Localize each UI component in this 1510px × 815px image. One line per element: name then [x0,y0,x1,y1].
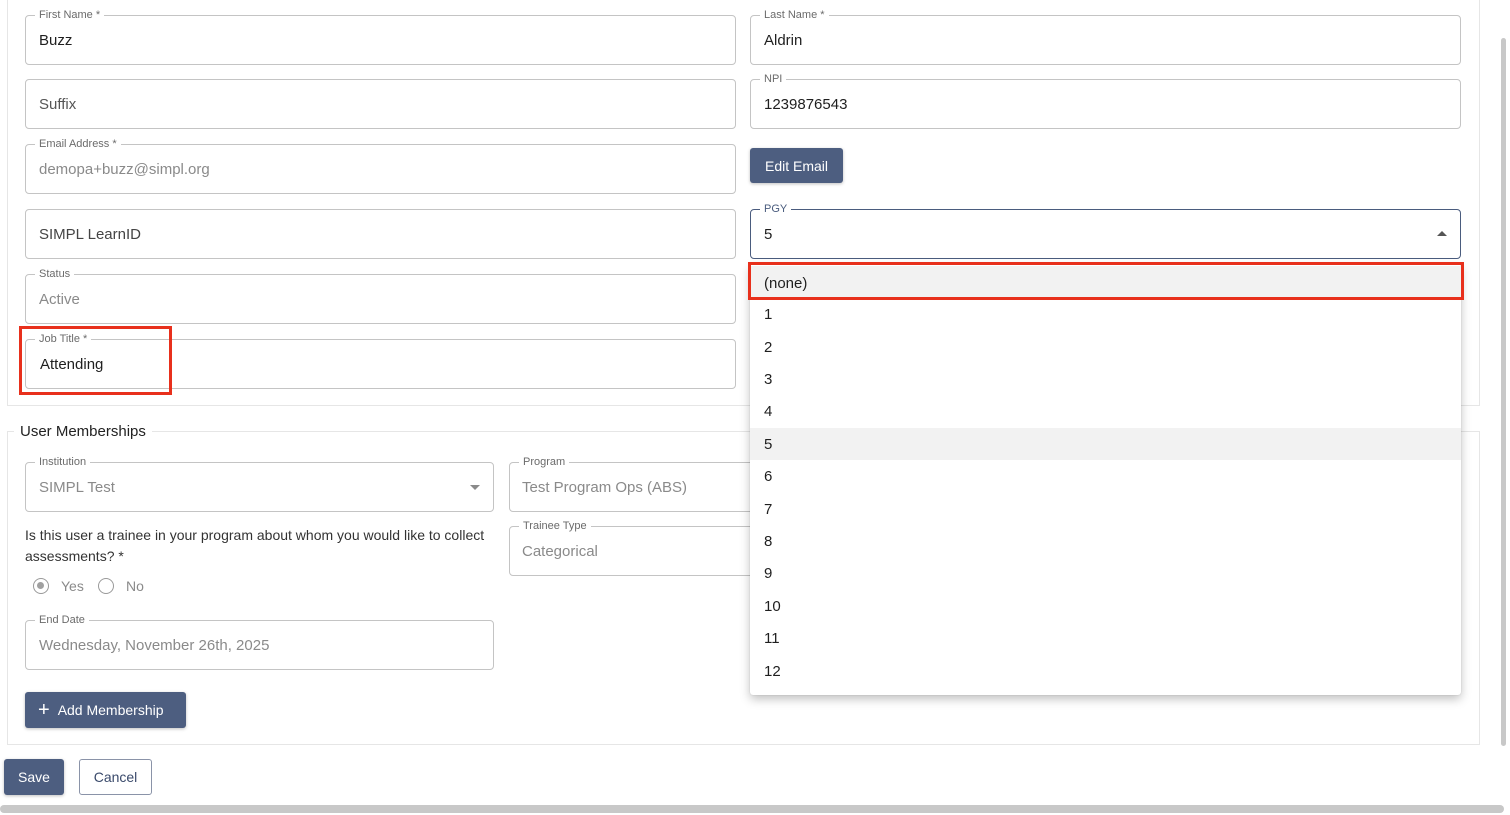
pgy-option[interactable]: 12 [750,655,1461,687]
pgy-dropdown-menu: (none) 1 2 3 4 5 6 7 8 9 10 11 12 [750,264,1461,695]
learn-id-field[interactable]: SIMPL LearnID [25,209,736,259]
pgy-option[interactable]: 6 [750,460,1461,492]
suffix-placeholder: Suffix [39,95,77,113]
no-label: No [126,578,144,594]
pgy-option[interactable]: 9 [750,557,1461,589]
pgy-option[interactable]: (none) [750,266,1461,300]
pgy-option[interactable]: 1 [750,298,1461,330]
first-name-field[interactable]: First Name * Buzz [25,9,736,65]
npi-field[interactable]: NPI 1239876543 [750,73,1461,129]
chevron-down-icon [470,485,480,490]
job-title-value: Attending [40,355,104,373]
last-name-value: Aldrin [764,31,803,49]
pgy-option[interactable]: 4 [750,395,1461,427]
suffix-field[interactable]: Suffix [25,79,736,129]
chevron-up-icon[interactable] [1437,231,1447,236]
horizontal-scrollbar[interactable] [0,805,1504,813]
yes-radio[interactable] [33,578,49,594]
radio-dot [37,582,44,589]
npi-value: 1239876543 [764,95,848,113]
end-date-value: Wednesday, November 26th, 2025 [39,636,270,654]
first-name-value: Buzz [39,31,73,49]
edit-email-button[interactable]: Edit Email [750,148,843,183]
learn-id-placeholder: SIMPL LearnID [39,225,141,243]
institution-value: SIMPL Test [39,478,115,496]
vertical-scrollbar[interactable] [1501,38,1506,746]
program-value: Test Program Ops (ABS) [522,478,688,496]
pgy-option[interactable]: 10 [750,590,1461,622]
institution-select: Institution SIMPL Test [25,456,494,512]
email-value: demopa+buzz@simpl.org [39,160,210,178]
cancel-button[interactable]: Cancel [79,759,152,795]
memberships-title: User Memberships [14,423,152,440]
status-field: Status Active [25,268,736,324]
pgy-value: 5 [764,225,773,243]
trainee-question: Is this user a trainee in your program a… [25,527,485,564]
end-date-field: End Date Wednesday, November 26th, 2025 [25,614,494,670]
trainee-type-value: Categorical [522,542,598,560]
add-membership-button[interactable]: + Add Membership [25,692,186,728]
plus-icon: + [38,699,50,721]
yes-label: Yes [61,578,84,594]
pgy-option[interactable]: 8 [750,525,1461,557]
pgy-option-selected[interactable]: 5 [750,428,1461,460]
email-field: Email Address * demopa+buzz@simpl.org [25,138,736,194]
no-radio[interactable] [98,578,114,594]
pgy-select[interactable]: PGY 5 [750,203,1461,259]
last-name-field[interactable]: Last Name * Aldrin [750,9,1461,65]
pgy-option[interactable]: 7 [750,493,1461,525]
job-title-field[interactable]: Job Title * Attending [25,333,736,389]
pgy-option[interactable]: 11 [750,622,1461,654]
save-button[interactable]: Save [4,759,64,795]
add-membership-label: Add Membership [57,702,164,718]
status-value: Active [39,290,80,308]
pgy-option[interactable]: 2 [750,331,1461,363]
program-select: Program Test Program Ops (ABS) [509,456,769,512]
pgy-option[interactable]: 3 [750,363,1461,395]
trainee-type-select: Trainee Type Categorical [509,520,769,576]
